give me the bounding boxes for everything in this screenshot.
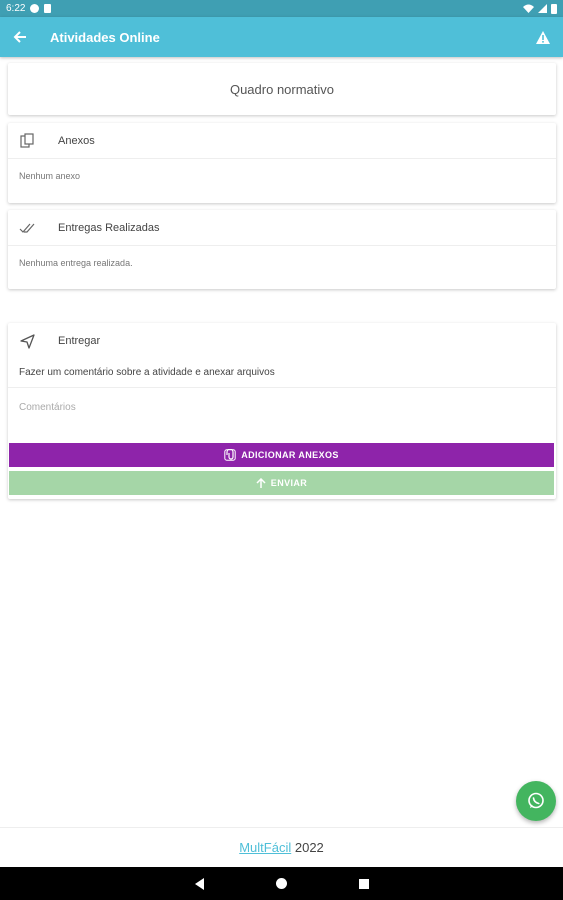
entregar-card: Entregar Fazer um comentário sobre a ati… xyxy=(8,323,556,499)
nav-home-icon[interactable] xyxy=(275,878,287,889)
entregar-description: Fazer um comentário sobre a atividade e … xyxy=(8,359,556,388)
add-attachments-button[interactable]: ADICIONAR ANEXOS xyxy=(9,443,554,467)
whatsapp-button[interactable] xyxy=(516,781,556,821)
arrow-left-icon xyxy=(13,31,26,43)
comment-placeholder: Comentários xyxy=(19,402,76,413)
send-icon xyxy=(19,333,35,349)
nav-recents-icon[interactable] xyxy=(358,878,369,889)
app-bar: Atividades Online xyxy=(0,17,563,57)
warning-icon xyxy=(536,30,550,44)
anexos-header: Anexos xyxy=(8,123,556,159)
sd-card-icon xyxy=(44,4,52,13)
page-title: Atividades Online xyxy=(50,29,160,45)
entregas-empty-text: Nenhuma entrega realizada. xyxy=(19,258,133,268)
wifi-icon xyxy=(523,4,534,13)
battery-icon xyxy=(551,3,557,14)
footer: MultFácil 2022 xyxy=(0,827,563,867)
double-check-icon xyxy=(19,220,35,236)
anexos-empty-text: Nenhum anexo xyxy=(19,171,81,181)
status-time: 6:22 xyxy=(6,3,26,14)
brand-link[interactable]: MultFácil xyxy=(239,840,291,855)
send-label: ENVIAR xyxy=(270,478,308,488)
entregas-header: Entregas Realizadas xyxy=(8,210,556,246)
anexos-card: Anexos Nenhum anexo xyxy=(8,123,556,203)
system-nav-bar xyxy=(0,867,563,900)
nav-back-icon[interactable] xyxy=(194,877,204,890)
footer-year: 2022 xyxy=(294,840,324,855)
notification-icon xyxy=(30,4,40,13)
arrow-up-icon xyxy=(256,478,266,488)
add-attachments-label: ADICIONAR ANEXOS xyxy=(241,450,339,460)
warning-button[interactable] xyxy=(523,17,563,57)
status-bar: 6:22 xyxy=(0,0,563,17)
attachments-icon xyxy=(19,133,35,149)
entregas-card: Entregas Realizadas Nenhuma entrega real… xyxy=(8,210,556,289)
signal-icon xyxy=(538,4,547,13)
entregas-title: Entregas Realizadas xyxy=(58,221,160,234)
send-button[interactable]: ENVIAR xyxy=(9,471,554,495)
attachment-icon xyxy=(224,449,236,461)
entregar-title: Entregar xyxy=(58,335,101,347)
quadro-normativo-card[interactable]: Quadro normativo xyxy=(8,63,556,115)
comment-field[interactable]: Comentários xyxy=(8,388,556,438)
whatsapp-icon xyxy=(528,792,544,809)
entregar-header: Entregar xyxy=(8,323,556,359)
back-button[interactable] xyxy=(0,17,40,57)
quadro-normativo-label: Quadro normativo xyxy=(229,81,335,97)
anexos-title: Anexos xyxy=(58,134,95,147)
